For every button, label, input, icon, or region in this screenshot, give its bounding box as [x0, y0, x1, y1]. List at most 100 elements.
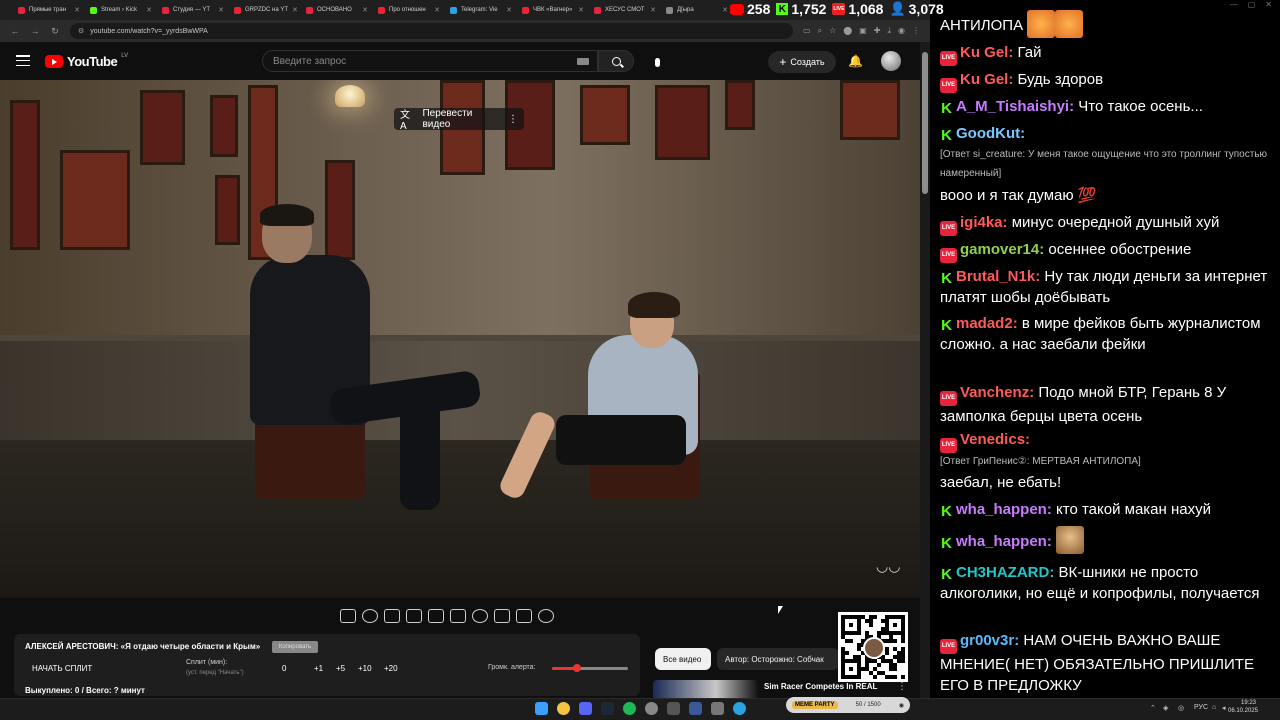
browser-tab[interactable]: ХЕСУС СМОТ ✕ [590, 2, 660, 18]
add-box-icon[interactable] [494, 609, 510, 623]
chat-username[interactable]: madad2: [956, 315, 1018, 332]
video-player[interactable]: 文A Перевести видео ⋮ ◡◡ [0, 80, 920, 598]
avatar[interactable] [881, 51, 901, 71]
chat-username[interactable]: gr00v3r: [960, 632, 1019, 649]
chat-username[interactable]: gamover14: [960, 241, 1044, 258]
close-tab-icon[interactable]: ✕ [292, 6, 298, 14]
bookmark-star-icon[interactable]: ☆ [829, 26, 836, 36]
url-field[interactable]: ⚙ youtube.com/watch?v=_yyrdsBwWPA [70, 23, 794, 39]
split-step-button[interactable]: +10 [358, 664, 372, 673]
chat-username[interactable]: Ku Gel: [960, 71, 1013, 88]
discord-icon[interactable] [579, 702, 592, 715]
close-tab-icon[interactable]: ✕ [578, 6, 584, 14]
cast-icon[interactable]: ▭ [803, 26, 811, 36]
steam-icon[interactable] [601, 702, 614, 715]
extension-icon[interactable]: ⬤ [843, 26, 852, 36]
windows-start-icon[interactable] [535, 702, 548, 715]
copy-badge[interactable]: Копировать [272, 641, 318, 653]
chip-author[interactable]: Автор: Осторожно: Собчак [717, 648, 839, 670]
channel-watermark-icon[interactable]: ◡◡ [876, 558, 900, 575]
browser-tab[interactable]: Stream › Kick ✕ [86, 2, 156, 18]
browser-tab[interactable]: ОСНОВАНО ✕ [302, 2, 372, 18]
site-info-icon[interactable]: ⚙ [78, 27, 84, 35]
split-value[interactable]: 0 [282, 664, 286, 673]
close-tab-icon[interactable]: ✕ [722, 6, 728, 14]
more-options-icon[interactable]: ⋮ [897, 681, 907, 692]
search-button[interactable] [598, 50, 634, 72]
start-split-button[interactable]: НАЧАТЬ СПЛИТ [32, 664, 92, 673]
speed-gauge-icon[interactable] [472, 609, 488, 623]
split-step-button[interactable]: +1 [314, 664, 323, 673]
close-tab-icon[interactable]: ✕ [146, 6, 152, 14]
notifications-bell-icon[interactable]: 🔔 [848, 54, 863, 68]
tray-app-icon[interactable]: ◈ [1163, 704, 1168, 712]
network-icon[interactable]: ⌂ [1212, 704, 1216, 711]
more-options-icon[interactable]: ⋮ [508, 114, 518, 125]
chat-username[interactable]: CH3HAZARD: [956, 564, 1054, 581]
close-tab-icon[interactable]: ✕ [218, 6, 224, 14]
profile-icon[interactable]: ◉ [898, 26, 905, 36]
recommended-video-title[interactable]: Sim Racer Competes In REAL [764, 682, 894, 691]
download-icon[interactable]: ⤓ [887, 26, 891, 36]
scrollbar-thumb[interactable] [922, 52, 928, 194]
alert-volume-slider[interactable] [552, 664, 628, 672]
app-icon[interactable] [711, 702, 724, 715]
tray-app-icon[interactable]: ◎ [1178, 704, 1184, 712]
chat-username[interactable]: Vanchenz: [960, 384, 1034, 401]
close-tab-icon[interactable]: ✕ [74, 6, 80, 14]
screenshot-camera-icon[interactable] [516, 609, 532, 623]
alert-volume-knob[interactable] [573, 664, 582, 672]
close-tab-icon[interactable]: ✕ [434, 6, 440, 14]
picture-in-picture-icon[interactable] [428, 609, 444, 623]
forward-icon[interactable]: → [30, 26, 40, 36]
chat-username[interactable]: Venedics: [960, 431, 1030, 448]
chat-username[interactable]: igi4ka: [960, 214, 1008, 231]
browser-tab[interactable]: Д[ыра ✕ [662, 2, 732, 18]
film-strip-icon[interactable] [450, 609, 466, 623]
language-indicator[interactable]: РУС [1194, 704, 1208, 711]
camera-eye-icon[interactable] [384, 609, 400, 623]
browser-tab[interactable]: Прямые тран ✕ [14, 2, 84, 18]
close-tab-icon[interactable]: ✕ [362, 6, 368, 14]
chip-all-videos[interactable]: Все видео [655, 648, 711, 670]
browser-tab[interactable]: Про отношен ✕ [374, 2, 444, 18]
clapper-icon[interactable] [406, 609, 422, 623]
loop-icon[interactable] [340, 609, 356, 623]
chat-username[interactable]: GoodKut: [956, 125, 1025, 142]
browser-tab[interactable]: Студия — YT ✕ [158, 2, 228, 18]
close-tab-icon[interactable]: ✕ [650, 6, 656, 14]
clock[interactable]: 19:23 06.10.2025 [1228, 699, 1258, 715]
broadcast-icon[interactable] [362, 609, 378, 623]
create-button[interactable]: + Создать [768, 51, 836, 73]
chat-username[interactable]: wha_happen: [956, 533, 1052, 550]
settings-gear-icon[interactable] [538, 609, 554, 623]
browser-tab[interactable]: GRPZDC на YT ✕ [230, 2, 300, 18]
telegram-icon[interactable] [733, 702, 746, 715]
keyboard-icon[interactable] [577, 58, 589, 65]
split-step-button[interactable]: +20 [384, 664, 398, 673]
spotify-icon[interactable] [623, 702, 636, 715]
search-input[interactable]: Введите запрос [262, 50, 598, 72]
obs-icon[interactable] [645, 702, 658, 715]
meme-party-widget[interactable]: MEME PARTY 50 / 1500 ◉ [786, 697, 910, 713]
chat-username[interactable]: wha_happen: [956, 501, 1052, 518]
puzzle-icon[interactable]: ✚ [874, 26, 881, 36]
recommended-video-thumbnail[interactable] [653, 680, 758, 700]
app-icon[interactable] [667, 702, 680, 715]
volume-icon[interactable]: ◂ [1222, 704, 1226, 712]
back-icon[interactable]: ← [10, 26, 20, 36]
browser-tab[interactable]: ЧВК «Вагнер» ✕ [518, 2, 588, 18]
chrome-icon[interactable] [557, 702, 570, 715]
app-icon[interactable] [689, 702, 702, 715]
split-step-button[interactable]: +5 [336, 664, 345, 673]
extension-icon[interactable]: ▣ [859, 26, 867, 36]
zoom-icon[interactable]: ⌕ [818, 26, 822, 36]
tray-arrow-icon[interactable]: ⌃ [1150, 704, 1156, 712]
chat-username[interactable]: Brutal_N1k: [956, 268, 1040, 285]
chat-username[interactable]: Ku Gel: [960, 44, 1013, 61]
reload-icon[interactable]: ↻ [50, 26, 60, 37]
browser-tab[interactable]: Telegram: Vie ✕ [446, 2, 516, 18]
hamburger-menu-icon[interactable] [16, 55, 30, 66]
youtube-logo[interactable]: YouTube LV [45, 53, 128, 69]
chat-username[interactable]: A_M_Tishaishyi: [956, 98, 1074, 115]
